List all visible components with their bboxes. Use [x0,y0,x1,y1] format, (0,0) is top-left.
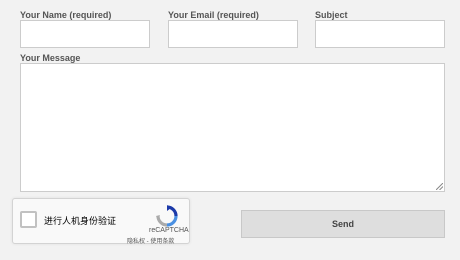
email-label: Your Email (required) [168,10,259,20]
recaptcha-logo-icon [156,205,178,227]
name-input[interactable] [20,20,150,48]
message-label: Your Message [20,53,81,63]
subject-input[interactable] [315,20,445,48]
recaptcha-links: 隐私权 - 使用条款 [127,236,174,245]
subject-label: Subject [315,10,348,20]
resize-handle-icon[interactable] [436,183,443,190]
privacy-link[interactable]: 隐私权 [127,239,145,245]
email-input[interactable] [168,20,298,48]
recaptcha-brand: reCAPTCHA [149,227,189,234]
recaptcha-checkbox[interactable] [20,211,37,228]
send-button[interactable]: Send [241,210,445,238]
name-label: Your Name (required) [20,10,112,20]
recaptcha-checkbox-label: 进行人机身份验证 [44,216,117,226]
recaptcha-widget: 进行人机身份验证 reCAPTCHA 隐私权 - 使用条款 [12,198,190,245]
terms-link[interactable]: 使用条款 [150,239,174,245]
message-textarea[interactable] [20,63,445,192]
